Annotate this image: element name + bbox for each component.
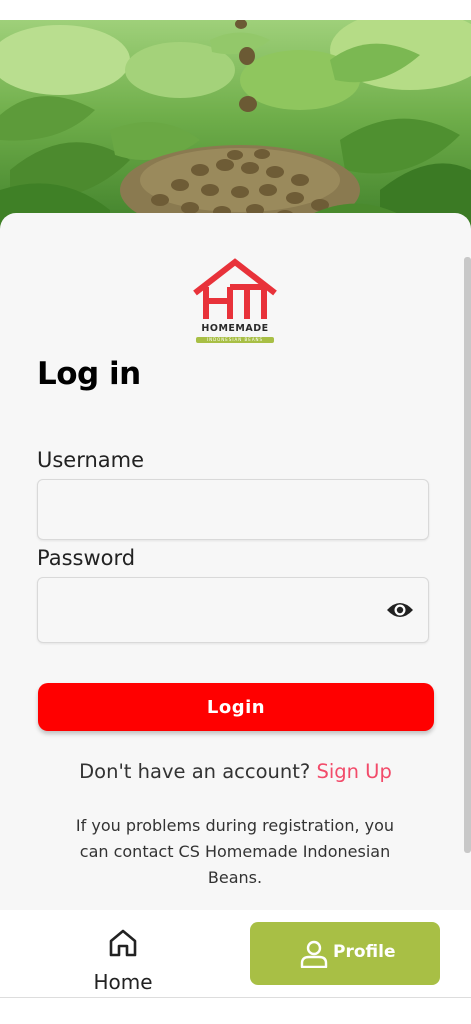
- house-logo-icon: [193, 258, 277, 319]
- logo-tagline: INDONESIAN BEANS: [196, 337, 274, 343]
- bottom-nav: Home Profile: [0, 910, 471, 998]
- username-field[interactable]: [37, 479, 429, 540]
- home-icon: [109, 929, 137, 957]
- nav-profile-label: Profile: [333, 942, 396, 962]
- login-button[interactable]: Login: [38, 683, 434, 731]
- nav-item-home[interactable]: Home: [70, 918, 176, 994]
- username-label: Username: [37, 448, 145, 472]
- signup-row: Don't have an account? Sign Up: [0, 760, 471, 783]
- password-field[interactable]: [37, 577, 429, 643]
- username-input[interactable]: [38, 480, 428, 539]
- homemade-logo: HOMEMADE INDONESIAN BEANS: [190, 257, 280, 349]
- help-text: If you problems during registration, you…: [75, 816, 395, 887]
- nav-item-profile[interactable]: Profile: [250, 922, 440, 985]
- eye-icon[interactable]: [386, 598, 414, 622]
- password-label: Password: [37, 546, 136, 570]
- signup-prompt: Don't have an account?: [79, 760, 311, 783]
- logo-wordmark: HOMEMADE: [201, 323, 269, 334]
- bottom-divider: [0, 997, 471, 998]
- coffee-beans-leaves-illustration: [0, 20, 471, 235]
- user-icon: [300, 940, 328, 968]
- nav-home-label: Home: [93, 970, 153, 994]
- hero-image: [0, 20, 471, 235]
- password-input[interactable]: [38, 578, 428, 642]
- signup-link[interactable]: Sign Up: [316, 760, 391, 783]
- status-bar: [0, 0, 471, 20]
- page-title: Log in: [37, 356, 141, 392]
